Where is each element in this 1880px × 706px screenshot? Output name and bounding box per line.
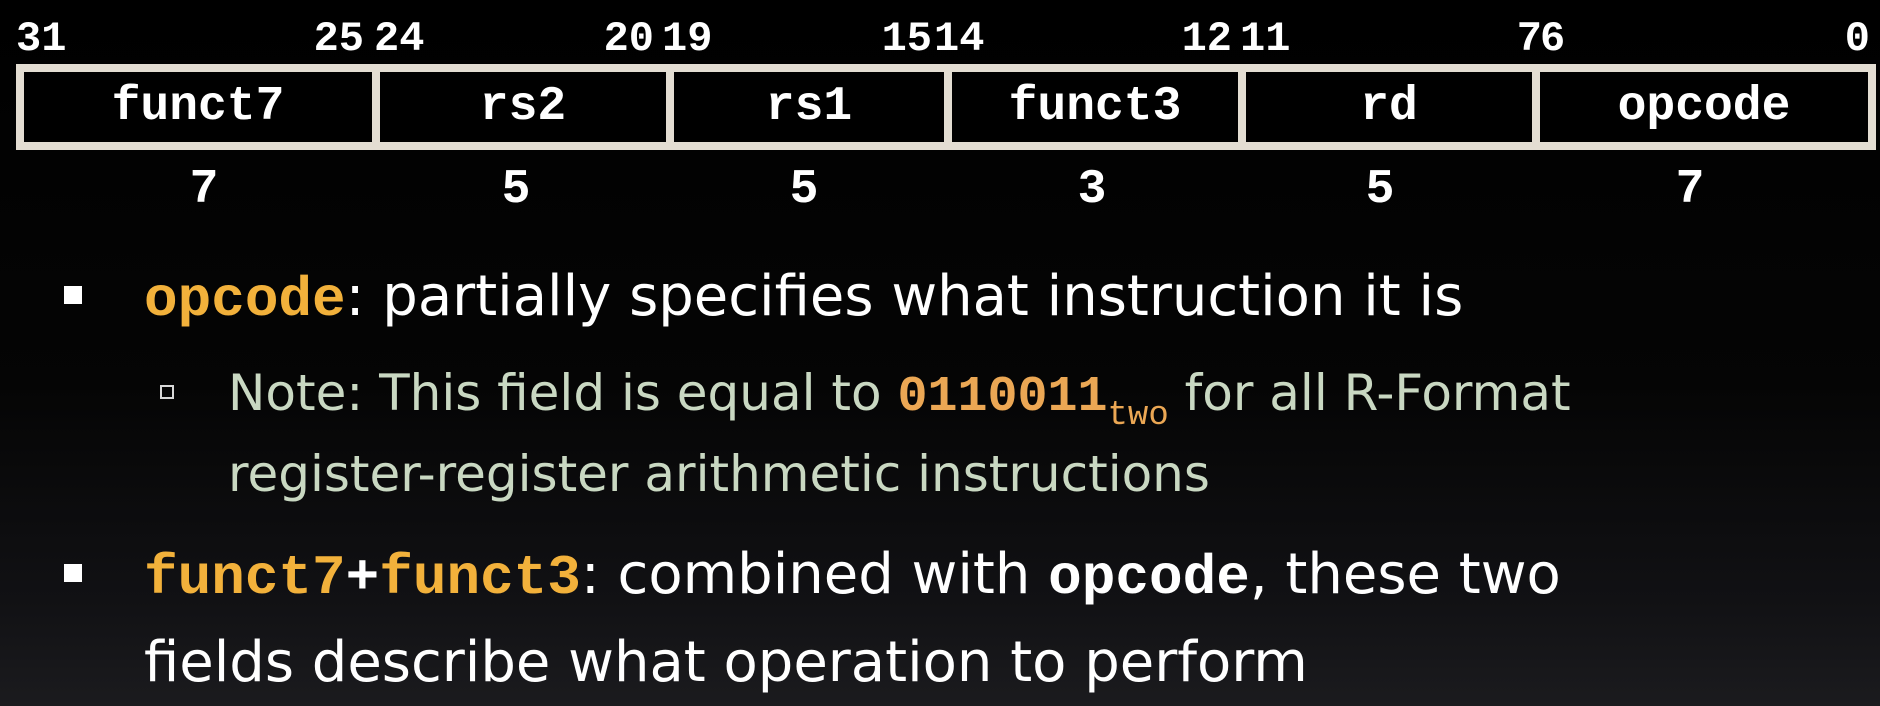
bit-12-label: 12 bbox=[1181, 15, 1232, 63]
bit-24-label: 24 bbox=[374, 15, 425, 63]
sub-bullet-marker bbox=[160, 385, 174, 399]
width-funct7: 7 bbox=[189, 163, 219, 217]
bullet-funct: funct7+funct3: combined with opcode, the… bbox=[144, 540, 1561, 613]
width-opcode: 7 bbox=[1675, 163, 1705, 217]
bit-7-label: 7 bbox=[1516, 15, 1542, 63]
width-rs2: 5 bbox=[501, 163, 531, 217]
opcode-value: 0110011 bbox=[897, 369, 1108, 426]
field-rs2: rs2 bbox=[479, 80, 567, 134]
bit-14-label: 14 bbox=[934, 15, 985, 63]
bullet-marker bbox=[64, 564, 82, 582]
note-suffix: for all R-Format bbox=[1168, 364, 1571, 422]
instruction-format-frame: funct7 rs2 rs1 funct3 rd opcode bbox=[16, 64, 1876, 150]
field-funct3: funct3 bbox=[1008, 80, 1182, 134]
field-rs1: rs1 bbox=[765, 80, 853, 134]
bit-19-label: 19 bbox=[662, 15, 713, 63]
bit-31-label: 31 bbox=[16, 15, 67, 63]
sub-bullet-note-line2: register-register arithmetic instruction… bbox=[228, 445, 1210, 503]
note-prefix: Note: This field is equal to bbox=[228, 364, 898, 422]
bullet-funct-line2: fields describe what operation to perfor… bbox=[144, 630, 1308, 695]
field-divider bbox=[1238, 72, 1246, 142]
keyword-funct7: funct7 bbox=[144, 546, 346, 610]
keyword-funct3: funct3 bbox=[379, 546, 581, 610]
sub-bullet-note: Note: This field is equal to 0110011two … bbox=[228, 362, 1571, 433]
bullet-opcode: opcode: partially specifies what instruc… bbox=[144, 262, 1463, 335]
width-funct3: 3 bbox=[1077, 163, 1107, 217]
plus-sign: + bbox=[345, 546, 380, 610]
field-divider bbox=[944, 72, 952, 142]
width-rs1: 5 bbox=[789, 163, 819, 217]
keyword-opcode: opcode bbox=[1048, 546, 1250, 610]
width-rd: 5 bbox=[1365, 163, 1395, 217]
field-divider bbox=[666, 72, 674, 142]
field-divider bbox=[372, 72, 380, 142]
bullet-text: : combined with bbox=[580, 542, 1049, 607]
bit-0-label: 0 bbox=[1844, 15, 1870, 63]
keyword-opcode: opcode bbox=[144, 268, 346, 332]
bullet-marker bbox=[64, 286, 82, 304]
field-funct7: funct7 bbox=[111, 80, 285, 134]
bullet-text: , these two bbox=[1249, 542, 1561, 607]
bit-6-label: 6 bbox=[1540, 15, 1566, 63]
bullet-text: : partially specifies what instruction i… bbox=[345, 264, 1464, 329]
bit-25-label: 25 bbox=[313, 15, 364, 63]
bit-20-label: 20 bbox=[603, 15, 654, 63]
value-subscript: two bbox=[1107, 397, 1169, 435]
bit-15-label: 15 bbox=[881, 15, 932, 63]
field-divider bbox=[1532, 72, 1540, 142]
field-opcode: opcode bbox=[1617, 80, 1791, 134]
field-rd: rd bbox=[1360, 80, 1418, 134]
bit-11-label: 11 bbox=[1240, 15, 1291, 63]
